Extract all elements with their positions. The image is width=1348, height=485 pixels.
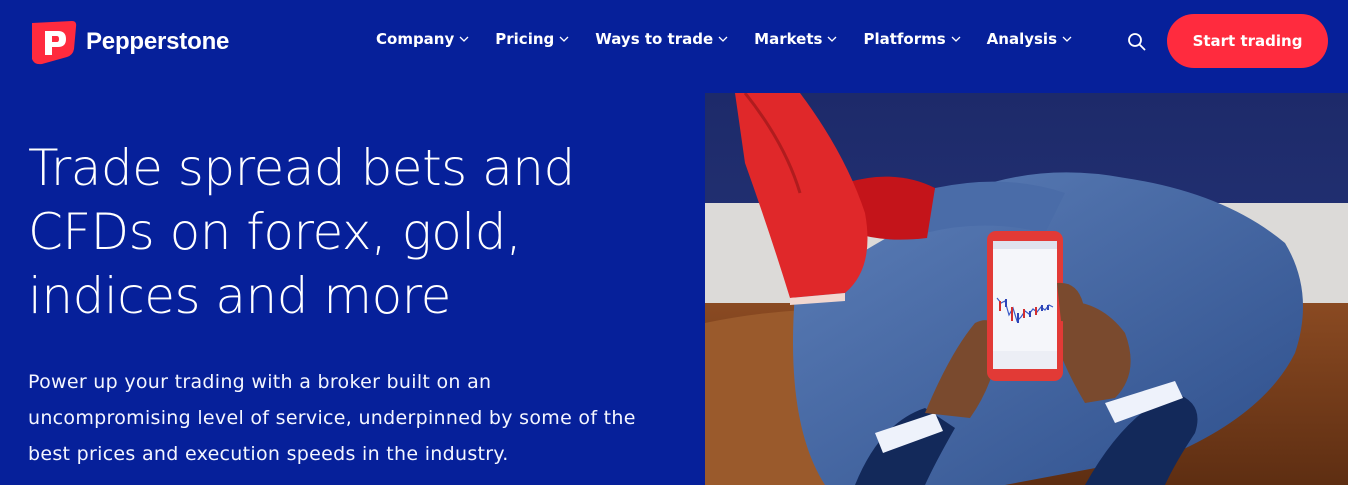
chevron-down-icon [459,36,469,42]
pepperstone-logo[interactable]: Pepperstone [28,19,229,65]
hero-image [705,93,1348,485]
chevron-down-icon [827,36,837,42]
nav-item-platforms[interactable]: Platforms [863,30,961,48]
nav-item-label: Company [376,30,455,48]
nav-item-analysis[interactable]: Analysis [987,30,1072,48]
nav-item-pricing[interactable]: Pricing [495,30,569,48]
nav-item-label: Ways to trade [595,30,714,48]
nav-item-ways-to-trade[interactable]: Ways to trade [595,30,728,48]
start-trading-button[interactable]: Start trading [1167,14,1328,68]
pepperstone-logo-icon [32,21,77,65]
hero-title: Trade spread bets and CFDs on forex, gol… [28,136,668,328]
nav-item-label: Platforms [863,30,946,48]
search-icon[interactable] [1126,31,1148,53]
hero-subtitle-line: Power up your trading with a broker buil… [28,371,492,393]
hero-subtitle: Power up your trading with a broker buil… [28,364,668,472]
chevron-down-icon [718,36,728,42]
chevron-down-icon [559,36,569,42]
chevron-down-icon [1062,36,1072,42]
hero-subtitle-line: uncompromising level of service, underpi… [28,407,636,429]
hero-subtitle-line: best prices and execution speeds in the … [28,443,509,465]
nav-item-label: Analysis [986,30,1057,48]
hero-title-line: Trade spread bets and [28,139,575,197]
nav-item-label: Markets [754,30,823,48]
nav-item-label: Pricing [495,30,555,48]
nav-item-markets[interactable]: Markets [754,30,837,48]
hero-title-line: CFDs on forex, gold, [28,203,522,261]
hero-photo-illustration [705,93,1348,485]
top-navigation: Pepperstone Company Pricing Ways to trad… [0,0,1348,84]
chevron-down-icon [951,36,961,42]
hero-title-line: indices and more [28,267,451,325]
main-menu: Company Pricing Ways to trade Markets Pl… [376,30,1098,48]
brand-name: Pepperstone [86,28,230,55]
nav-item-company[interactable]: Company [376,30,469,48]
